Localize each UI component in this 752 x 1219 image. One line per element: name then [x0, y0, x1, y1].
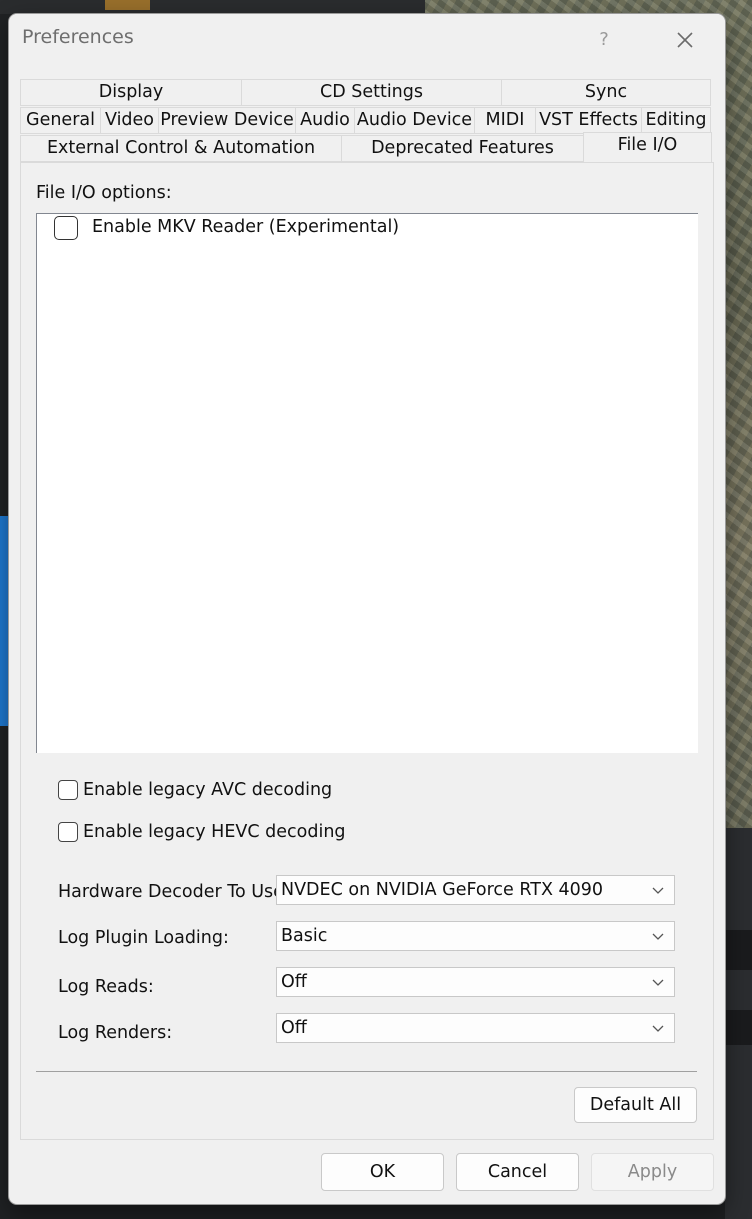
- tab-external-control[interactable]: External Control & Automation: [20, 135, 342, 162]
- tab-label: General: [26, 110, 95, 130]
- default-all-button[interactable]: Default All: [574, 1087, 697, 1123]
- title-bar[interactable]: Preferences ?: [9, 14, 725, 66]
- close-icon: [677, 32, 693, 48]
- log-renders-label: Log Renders:: [58, 1023, 173, 1043]
- legacy-avc-label: Enable legacy AVC decoding: [83, 780, 333, 800]
- apply-button[interactable]: Apply: [591, 1153, 714, 1191]
- tab-label: MIDI: [485, 110, 525, 130]
- cancel-label: Cancel: [487, 1162, 548, 1182]
- tab-label: Display: [98, 82, 164, 102]
- apply-label: Apply: [627, 1162, 678, 1182]
- log-reads-value: Off: [281, 972, 307, 992]
- chevron-down-icon: [652, 979, 664, 986]
- background-app-top: [0, 0, 430, 14]
- background-app-mark: [105, 0, 150, 10]
- log-reads-select[interactable]: Off: [276, 967, 675, 997]
- enable-mkv-reader-checkbox[interactable]: [54, 216, 78, 240]
- separator: [36, 1071, 697, 1072]
- background-selection-bar: [0, 516, 9, 726]
- hardware-decoder-label: Hardware Decoder To Use:: [58, 882, 276, 902]
- chevron-down-icon: [652, 1025, 664, 1032]
- tab-video[interactable]: Video: [100, 107, 159, 134]
- preferences-dialog: Preferences ? Display CD Settings Sync G…: [9, 14, 725, 1204]
- tab-file-io[interactable]: File I/O: [583, 132, 712, 162]
- log-reads-label: Log Reads:: [58, 977, 154, 997]
- ok-button[interactable]: OK: [321, 1153, 444, 1191]
- tab-label: External Control & Automation: [46, 138, 316, 158]
- hardware-decoder-select[interactable]: NVDEC on NVIDIA GeForce RTX 4090: [276, 875, 675, 905]
- file-io-options-list[interactable]: Enable MKV Reader (Experimental): [36, 213, 698, 753]
- background-track: [725, 930, 752, 970]
- tab-label: Editing: [645, 110, 707, 130]
- log-plugin-loading-label: Log Plugin Loading:: [58, 928, 229, 948]
- tab-audio-device[interactable]: Audio Device: [354, 107, 475, 134]
- log-renders-select[interactable]: Off: [276, 1013, 675, 1043]
- tab-label: VST Effects: [539, 110, 638, 130]
- tab-audio[interactable]: Audio: [295, 107, 355, 134]
- help-button[interactable]: ?: [589, 26, 619, 54]
- default-all-label: Default All: [589, 1095, 682, 1115]
- help-icon: ?: [599, 29, 609, 50]
- log-plugin-loading-select[interactable]: Basic: [276, 921, 675, 951]
- tab-general[interactable]: General: [20, 107, 101, 134]
- chevron-down-icon: [652, 933, 664, 940]
- tab-label: File I/O: [617, 135, 678, 155]
- close-button[interactable]: [669, 24, 701, 56]
- background-track: [725, 1010, 752, 1045]
- chevron-down-icon: [652, 887, 664, 894]
- tab-deprecated-features[interactable]: Deprecated Features: [341, 135, 584, 162]
- tab-preview-device[interactable]: Preview Device: [158, 107, 296, 134]
- cancel-button[interactable]: Cancel: [456, 1153, 579, 1191]
- tab-editing[interactable]: Editing: [641, 107, 711, 134]
- log-renders-value: Off: [281, 1018, 307, 1038]
- log-plugin-loading-value: Basic: [281, 926, 328, 946]
- tab-label: Audio Device: [356, 110, 473, 130]
- list-item-label: Enable MKV Reader (Experimental): [92, 217, 400, 237]
- file-io-options-label: File I/O options:: [36, 183, 172, 203]
- ok-label: OK: [369, 1162, 396, 1182]
- tab-sync[interactable]: Sync: [501, 79, 711, 106]
- tab-display[interactable]: Display: [20, 79, 242, 106]
- window-title: Preferences: [22, 26, 134, 48]
- tab-label: Deprecated Features: [371, 138, 554, 158]
- legacy-hevc-checkbox[interactable]: [58, 822, 78, 842]
- legacy-avc-checkbox[interactable]: [58, 780, 78, 800]
- tab-label: Audio: [300, 110, 350, 130]
- tab-label: Video: [104, 110, 155, 130]
- tab-label: Preview Device: [160, 110, 294, 130]
- tab-label: Sync: [584, 82, 628, 102]
- hardware-decoder-value: NVDEC on NVIDIA GeForce RTX 4090: [281, 880, 604, 900]
- legacy-hevc-label: Enable legacy HEVC decoding: [83, 822, 346, 842]
- tab-label: CD Settings: [319, 82, 424, 102]
- tab-midi[interactable]: MIDI: [474, 107, 536, 134]
- tab-cd-settings[interactable]: CD Settings: [241, 79, 502, 106]
- tab-vst-effects[interactable]: VST Effects: [535, 107, 642, 134]
